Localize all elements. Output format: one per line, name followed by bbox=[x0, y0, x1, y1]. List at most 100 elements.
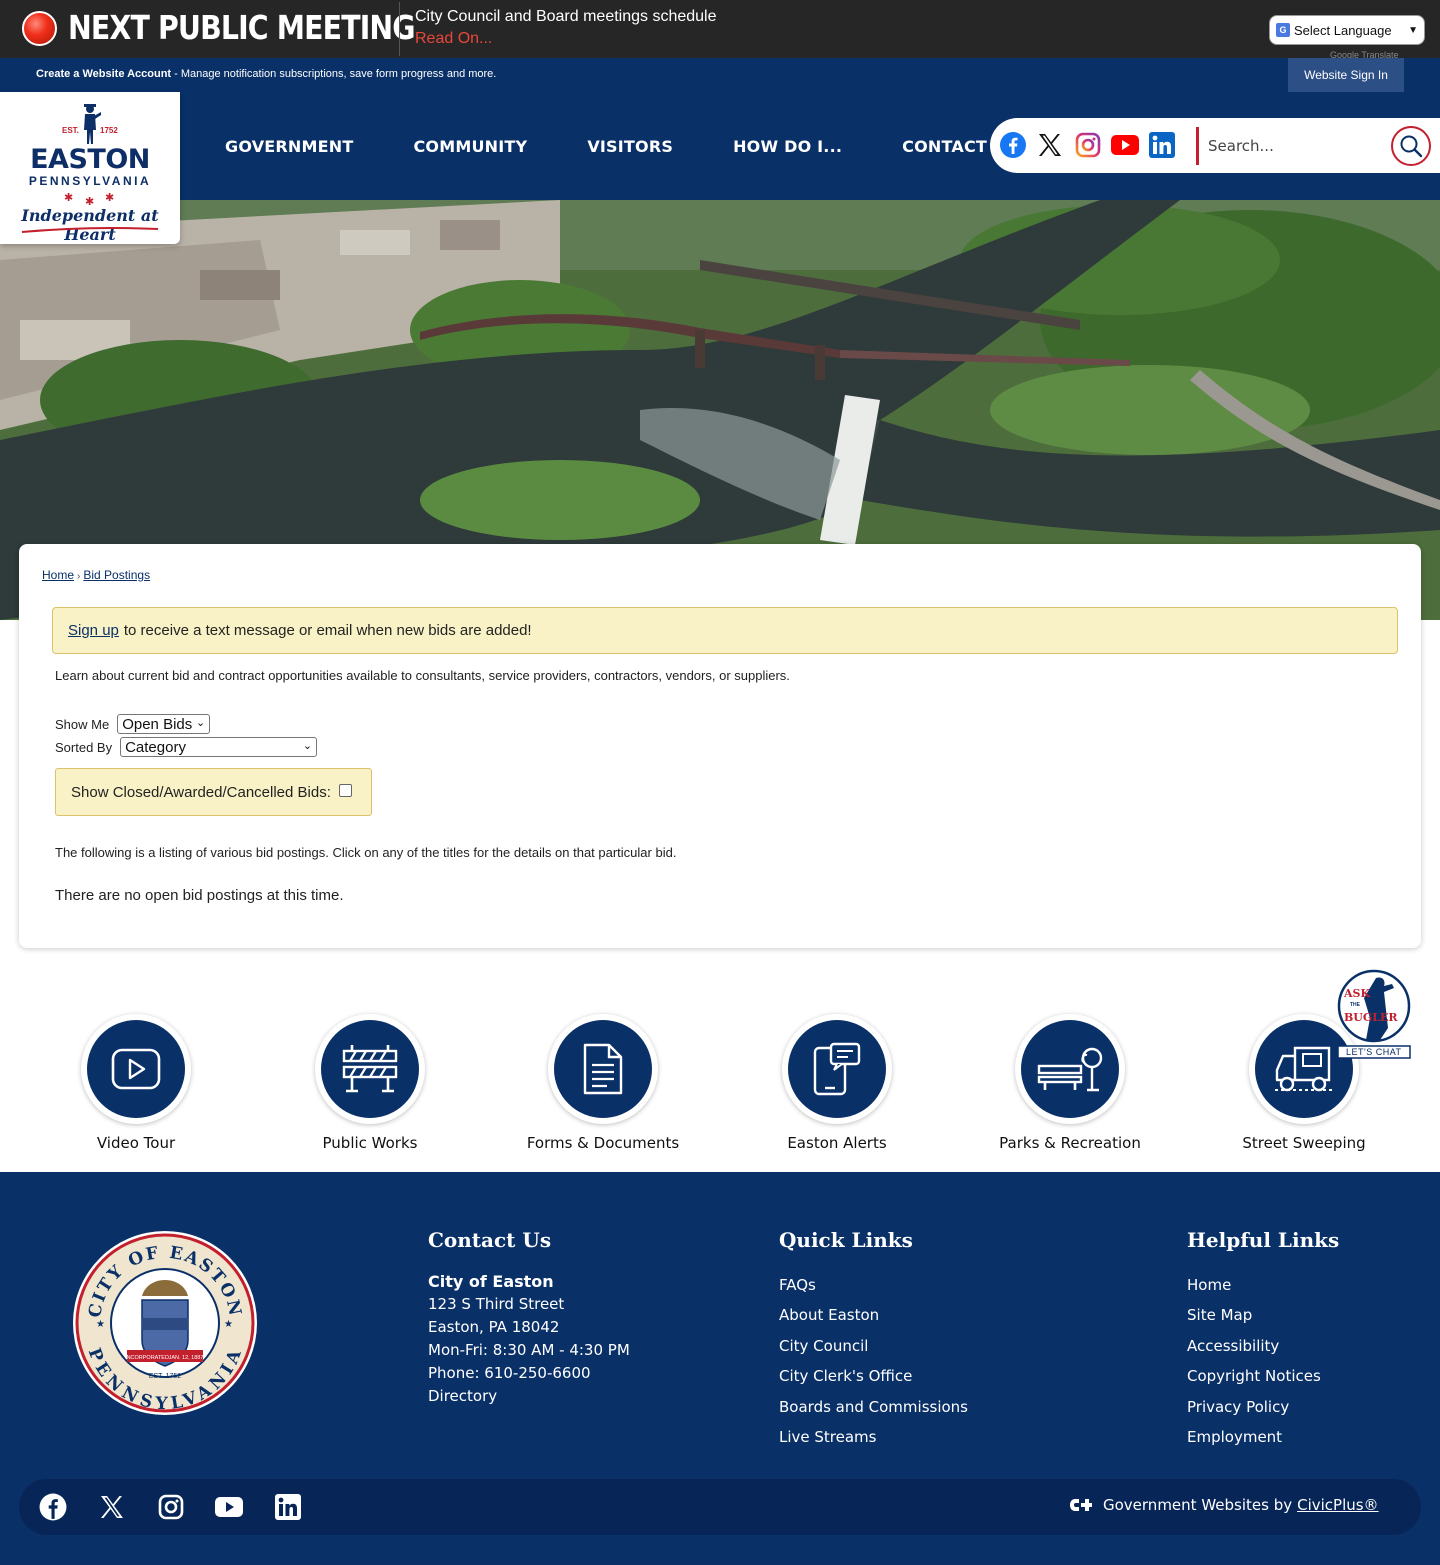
logo-stars-icon: ✱ ✱ ✱ bbox=[64, 192, 114, 205]
footer-contact-city: Easton, PA 18042 bbox=[428, 1318, 560, 1336]
quick-link-circle bbox=[782, 1014, 892, 1124]
footer-link-live-streams[interactable]: Live Streams bbox=[779, 1422, 968, 1452]
quick-link-label: Public Works bbox=[322, 1134, 418, 1152]
logo-state: PENNSYLVANIA bbox=[28, 174, 152, 188]
alert-heading: NEXT PUBLIC MEETING bbox=[68, 8, 416, 47]
chevron-down-icon: ▼ bbox=[1408, 24, 1418, 36]
footer-link-accessibility[interactable]: Accessibility bbox=[1187, 1331, 1339, 1361]
nav-visitors[interactable]: VISITORS bbox=[557, 137, 703, 156]
footer-link-about-easton[interactable]: About Easton bbox=[779, 1300, 968, 1330]
quick-icon-links: Video Tour Public Works Forms & Document… bbox=[0, 1014, 1440, 1164]
create-account-link[interactable]: Create a Website Account bbox=[36, 68, 171, 80]
footer-contact-title: Contact Us bbox=[428, 1228, 552, 1252]
quick-link-video-tour[interactable]: Video Tour bbox=[19, 1014, 253, 1152]
sorted-by-select[interactable]: Category ⌄ bbox=[120, 737, 318, 757]
tools-separator bbox=[1196, 127, 1199, 165]
instagram-icon[interactable] bbox=[1074, 131, 1102, 159]
quick-link-easton-alerts[interactable]: Easton Alerts bbox=[720, 1014, 954, 1152]
nav-government[interactable]: GOVERNMENT bbox=[195, 137, 383, 156]
show-closed-bids-checkbox[interactable] bbox=[338, 783, 352, 797]
website-sign-in-button[interactable]: Website Sign In bbox=[1288, 58, 1404, 92]
civicplus-logo-icon bbox=[1070, 1499, 1092, 1511]
seal-est-text: EST. 1752 bbox=[149, 1373, 181, 1380]
footer-contact-name: City of Easton bbox=[428, 1272, 554, 1291]
language-select[interactable]: G Select Language ▼ bbox=[1269, 15, 1425, 45]
footer-link-city-clerks-office[interactable]: City Clerk's Office bbox=[779, 1361, 968, 1391]
alert-divider bbox=[399, 2, 400, 56]
footer-contact-address: 123 S Third Street bbox=[428, 1295, 565, 1313]
footer-link-city-council[interactable]: City Council bbox=[779, 1331, 968, 1361]
quick-link-inner bbox=[1021, 1020, 1119, 1118]
quick-link-circle bbox=[1015, 1014, 1125, 1124]
quick-link-label: Easton Alerts bbox=[787, 1134, 887, 1152]
show-me-select[interactable]: Open Bids ⌄ bbox=[117, 714, 211, 734]
footer-bottom-bar: Government Websites by CivicPlus® bbox=[19, 1479, 1421, 1535]
footer-contact-phone[interactable]: Phone: 610-250-6600 bbox=[428, 1362, 630, 1385]
footer-link-privacy-policy[interactable]: Privacy Policy bbox=[1187, 1392, 1339, 1422]
footer-link-home[interactable]: Home bbox=[1187, 1270, 1339, 1300]
quick-link-public-works[interactable]: Public Works bbox=[253, 1014, 487, 1152]
park-bench-icon bbox=[1037, 1047, 1103, 1092]
quick-link-parks-recreation[interactable]: Parks & Recreation bbox=[953, 1014, 1187, 1152]
footer-link-employment[interactable]: Employment bbox=[1187, 1422, 1339, 1452]
chat-cta-text: LET'S CHAT bbox=[1346, 1047, 1402, 1057]
seal-date-text: JAN. 12, 1887 bbox=[169, 1355, 204, 1361]
linkedin-icon[interactable] bbox=[1148, 131, 1176, 159]
sorted-by-filter: Sorted By Category ⌄ bbox=[55, 737, 318, 757]
svg-text:✱: ✱ bbox=[105, 192, 114, 204]
quick-link-label: Parks & Recreation bbox=[999, 1134, 1141, 1152]
search-icon bbox=[1400, 135, 1423, 158]
breadcrumb: Home › Bid Postings bbox=[42, 568, 150, 582]
quick-link-circle bbox=[81, 1014, 191, 1124]
footer-link-boards-commissions[interactable]: Boards and Commissions bbox=[779, 1392, 968, 1422]
civicplus-link[interactable]: CivicPlus® bbox=[1297, 1496, 1378, 1514]
civicplus-credit: Government Websites by CivicPlus® bbox=[1069, 1496, 1379, 1514]
ask-the-bugler-chat-widget[interactable]: ASK THE BUGLER LET'S CHAT bbox=[1336, 968, 1412, 1060]
video-play-icon bbox=[111, 1048, 161, 1090]
sign-up-link[interactable]: Sign up bbox=[68, 622, 119, 639]
footer-quick-links: Quick Links FAQs About Easton City Counc… bbox=[779, 1228, 968, 1452]
language-select-value: Select Language bbox=[1294, 22, 1392, 38]
quick-link-inner bbox=[87, 1020, 185, 1118]
youtube-icon[interactable] bbox=[1111, 131, 1139, 159]
footer-contact-hours: Mon-Fri: 8:30 AM - 4:30 PM bbox=[428, 1341, 630, 1359]
show-closed-bids-toggle: Show Closed/Awarded/Cancelled Bids: bbox=[55, 768, 372, 816]
account-message: Create a Website Account - Manage notifi… bbox=[36, 68, 496, 80]
footer-youtube-icon[interactable] bbox=[215, 1493, 243, 1521]
quick-link-inner bbox=[554, 1020, 652, 1118]
footer-link-faqs[interactable]: FAQs bbox=[779, 1270, 968, 1300]
footer-link-copyright-notices[interactable]: Copyright Notices bbox=[1187, 1361, 1339, 1391]
chevron-down-icon: ⌄ bbox=[195, 717, 206, 729]
footer-linkedin-icon[interactable] bbox=[274, 1493, 302, 1521]
footer-contact-us: Contact Us City of Easton 123 S Third St… bbox=[428, 1228, 630, 1408]
signup-notice-text: to receive a text message or email when … bbox=[123, 622, 532, 639]
no-bids-message: There are no open bid postings at this t… bbox=[55, 887, 344, 904]
footer-helpful-links-title: Helpful Links bbox=[1187, 1228, 1340, 1252]
x-twitter-icon[interactable] bbox=[1036, 131, 1064, 159]
site-logo[interactable]: EST. 1752 EASTON PENNSYLVANIA ✱ ✱ ✱ Inde… bbox=[0, 92, 180, 244]
footer-link-site-map[interactable]: Site Map bbox=[1187, 1300, 1339, 1330]
show-me-filter: Show Me Open Bids ⌄ bbox=[55, 714, 211, 734]
google-translate-icon: G bbox=[1276, 23, 1290, 37]
logo-underline-swoosh bbox=[21, 227, 159, 233]
alert-message: City Council and Board meetings schedule bbox=[415, 8, 717, 25]
chat-ask-text: ASK bbox=[1344, 987, 1371, 1000]
chat-the-text: THE bbox=[1350, 1002, 1360, 1008]
footer-instagram-icon[interactable] bbox=[157, 1493, 185, 1521]
quick-link-forms-documents[interactable]: Forms & Documents bbox=[486, 1014, 720, 1152]
facebook-icon[interactable] bbox=[999, 131, 1027, 159]
breadcrumb-home[interactable]: Home bbox=[42, 568, 74, 582]
alert-read-on-link[interactable]: Read On... bbox=[415, 30, 492, 48]
footer-x-twitter-icon[interactable] bbox=[98, 1493, 126, 1521]
search-input[interactable] bbox=[1208, 126, 1378, 166]
account-description: - Manage notification subscriptions, sav… bbox=[171, 68, 497, 80]
svg-text:✱: ✱ bbox=[64, 192, 73, 204]
footer-contact-directory-link[interactable]: Directory bbox=[428, 1385, 630, 1408]
footer-facebook-icon[interactable] bbox=[39, 1493, 67, 1521]
nav-how-do-i[interactable]: HOW DO I... bbox=[703, 137, 872, 156]
alert-indicator-icon bbox=[22, 11, 57, 46]
breadcrumb-bid-postings[interactable]: Bid Postings bbox=[83, 568, 150, 582]
nav-community[interactable]: COMMUNITY bbox=[383, 137, 557, 156]
chat-bugler-text: BUGLER bbox=[1344, 1011, 1398, 1024]
search-button[interactable] bbox=[1391, 126, 1431, 166]
